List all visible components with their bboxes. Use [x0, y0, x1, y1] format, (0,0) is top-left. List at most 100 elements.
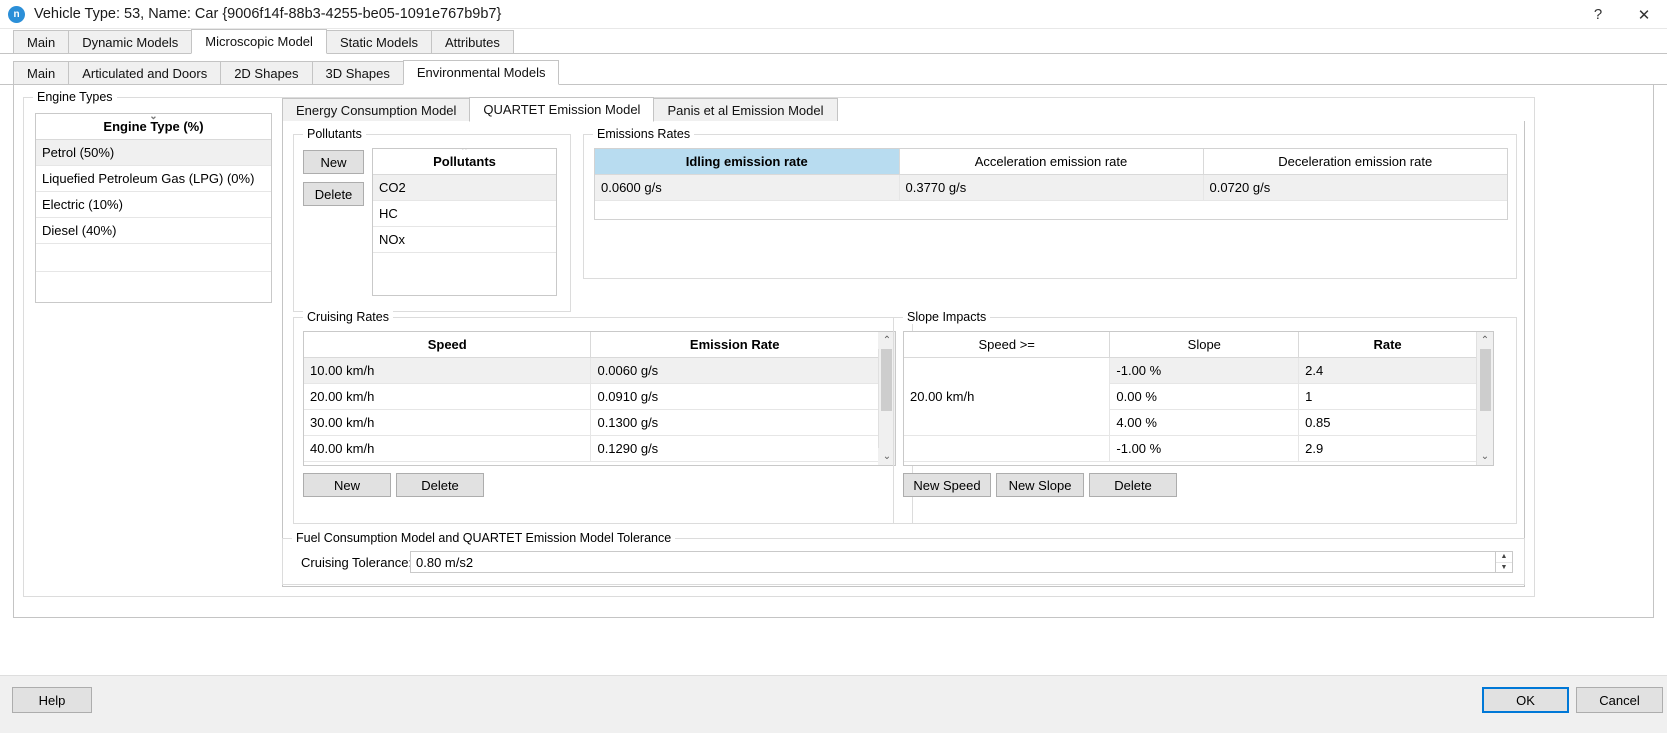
slope-speed-empty-cell [904, 435, 1111, 462]
cruising-tolerance-input[interactable]: 0.80 m/s2 [410, 551, 1496, 573]
stepper-up-icon[interactable]: ▲ [1496, 552, 1512, 563]
scrollbar-thumb[interactable] [881, 349, 893, 411]
scroll-down-icon[interactable]: ⌄ [1476, 448, 1493, 465]
cancel-button[interactable]: Cancel [1576, 687, 1663, 713]
slope-impacts-table: Speed >= Slope Rate 20.00 km/h -1.00 % 2… [904, 332, 1476, 462]
engine-types-group: Engine Types ⌄ Engine Type (%) Petrol (5… [23, 90, 1535, 597]
column-header-deceleration-emission-rate[interactable]: Deceleration emission rate [1203, 149, 1507, 175]
close-icon[interactable]: ✕ [1621, 0, 1667, 29]
table-row[interactable]: Electric (10%) [36, 191, 271, 218]
emissions-rates-group: Emissions Rates Idling emission rate Acc… [583, 127, 1517, 279]
table-row[interactable]: NOx [373, 226, 556, 253]
cruising-speed-cell: 10.00 km/h [304, 357, 592, 384]
table-row[interactable]: -1.00 % 2.9 [904, 435, 1476, 462]
stepper-down-icon[interactable]: ▼ [1496, 563, 1512, 573]
help-button[interactable]: Help [12, 687, 92, 713]
scrollbar-thumb[interactable] [1479, 349, 1491, 411]
table-row[interactable]: Diesel (40%) [36, 217, 271, 244]
engine-types-group-title: Engine Types [33, 90, 117, 104]
table-row[interactable]: 40.00 km/h 0.1290 g/s [304, 435, 878, 462]
pollutants-group-title: Pollutants [303, 127, 366, 141]
cruising-tolerance-stepper[interactable]: ▲ ▼ [1496, 551, 1513, 573]
table-row[interactable]: 20.00 km/h -1.00 % 2.4 [904, 357, 1476, 436]
engine-type-header[interactable]: ⌄ Engine Type (%) [36, 114, 271, 140]
tab-attributes[interactable]: Attributes [430, 30, 514, 53]
table-row[interactable]: 10.00 km/h 0.0060 g/s [304, 357, 878, 384]
engine-type-list[interactable]: ⌄ Engine Type (%) Petrol (50%) Liquefied… [35, 113, 272, 303]
tab-panis-emission-model[interactable]: Panis et al Emission Model [653, 98, 838, 121]
table-row[interactable]: 30.00 km/h 0.1300 g/s [304, 409, 878, 436]
engine-type-cell-empty [36, 243, 271, 272]
slope-impacts-grid[interactable]: Speed >= Slope Rate 20.00 km/h -1.00 % 2… [903, 331, 1494, 466]
table-row-empty[interactable] [36, 243, 271, 272]
cruising-speed-cell: 20.00 km/h [304, 383, 592, 410]
engine-type-cell: Liquefied Petroleum Gas (LPG) (0%) [36, 165, 271, 192]
column-header-speed[interactable]: Speed [304, 332, 592, 358]
column-header-emission-rate[interactable]: Emission Rate [590, 332, 878, 358]
table-row[interactable]: Petrol (50%) [36, 139, 271, 166]
table-row[interactable]: Liquefied Petroleum Gas (LPG) (0%) [36, 165, 271, 192]
subtab-2d-shapes[interactable]: 2D Shapes [220, 61, 313, 84]
app-icon: n [8, 5, 25, 23]
tab-main[interactable]: Main [13, 30, 70, 53]
table-row-empty[interactable] [373, 252, 556, 279]
title-bar: n Vehicle Type: 53, Name: Car {9006f14f-… [0, 0, 1667, 29]
engine-type-cell: Diesel (40%) [36, 217, 271, 244]
slope-impacts-new-slope-button[interactable]: New Slope [996, 473, 1084, 497]
subtab-3d-shapes[interactable]: 3D Shapes [311, 61, 404, 84]
slope-impacts-scrollbar[interactable]: ⌃ ⌄ [1476, 332, 1493, 465]
engine-type-cell: Electric (10%) [36, 191, 271, 218]
tab-microscopic-model[interactable]: Microscopic Model [191, 29, 327, 54]
engine-type-table: ⌄ Engine Type (%) Petrol (50%) Liquefied… [36, 114, 271, 272]
pollutants-list[interactable]: ⌃ Pollutants CO2 HC NOx [372, 148, 557, 296]
tab-static-models[interactable]: Static Models [325, 30, 432, 53]
tab-quartet-emission-model[interactable]: QUARTET Emission Model [469, 97, 655, 122]
cruising-rates-grid[interactable]: Speed Emission Rate 10.00 km/h 0.0060 g/… [303, 331, 896, 466]
cruising-rates-new-button[interactable]: New [303, 473, 391, 497]
emissions-rates-grid[interactable]: Idling emission rate Acceleration emissi… [594, 148, 1508, 220]
pollutant-cell-empty [373, 252, 556, 279]
slope-rate-cell: 2.9 [1298, 435, 1476, 462]
sort-ascending-icon: ⌃ [460, 148, 469, 157]
cruising-rates-delete-button[interactable]: Delete [396, 473, 484, 497]
table-row[interactable]: 20.00 km/h 0.0910 g/s [304, 383, 878, 410]
slope-impacts-new-speed-button[interactable]: New Speed [903, 473, 991, 497]
idling-emission-rate-value: 0.0600 g/s [595, 174, 900, 201]
subtab-environmental-models[interactable]: Environmental Models [402, 60, 560, 85]
dialog-footer: Help OK Cancel [0, 675, 1667, 733]
cruising-rate-cell: 0.1290 g/s [590, 435, 878, 462]
emission-model-tab-strip: Energy Consumption Model QUARTET Emissio… [282, 97, 1525, 122]
emissions-rates-group-title: Emissions Rates [593, 127, 695, 141]
pollutants-delete-button[interactable]: Delete [303, 182, 364, 206]
scroll-up-icon[interactable]: ⌃ [1476, 332, 1493, 349]
emissions-rates-table: Idling emission rate Acceleration emissi… [595, 149, 1507, 201]
column-header-idling-emission-rate[interactable]: Idling emission rate [595, 149, 900, 175]
table-row[interactable]: 0.0600 g/s 0.3770 g/s 0.0720 g/s [595, 174, 1507, 201]
slope-impacts-group-title: Slope Impacts [903, 310, 991, 324]
subtab-main[interactable]: Main [13, 61, 70, 84]
pollutants-header[interactable]: ⌃ Pollutants [373, 149, 556, 175]
cruising-speed-cell: 40.00 km/h [304, 435, 592, 462]
cruising-rate-cell: 0.0910 g/s [590, 383, 878, 410]
column-header-slope[interactable]: Slope [1109, 332, 1300, 358]
table-row[interactable]: HC [373, 200, 556, 227]
column-header-rate[interactable]: Rate [1298, 332, 1476, 358]
ok-button[interactable]: OK [1482, 687, 1569, 713]
help-icon[interactable]: ? [1575, 0, 1621, 29]
cruising-rate-cell: 0.1300 g/s [590, 409, 878, 436]
pollutants-group: Pollutants New Delete ⌃ Pollutants CO2 H… [293, 127, 571, 312]
tab-energy-consumption-model[interactable]: Energy Consumption Model [282, 98, 471, 121]
column-header-speed-gte[interactable]: Speed >= [904, 332, 1111, 358]
environmental-models-panel: Engine Types ⌄ Engine Type (%) Petrol (5… [13, 85, 1654, 618]
inner-tab-strip: Main Articulated and Doors 2D Shapes 3D … [0, 60, 1667, 85]
cruising-speed-cell: 30.00 km/h [304, 409, 592, 436]
tab-dynamic-models[interactable]: Dynamic Models [68, 30, 193, 53]
engine-type-cell: Petrol (50%) [36, 139, 271, 166]
column-header-acceleration-emission-rate[interactable]: Acceleration emission rate [899, 149, 1204, 175]
slope-cell: -1.00 % [1109, 435, 1300, 462]
cruising-rates-table: Speed Emission Rate 10.00 km/h 0.0060 g/… [304, 332, 878, 462]
subtab-articulated-and-doors[interactable]: Articulated and Doors [68, 61, 222, 84]
slope-impacts-delete-button[interactable]: Delete [1089, 473, 1177, 497]
pollutants-new-button[interactable]: New [303, 150, 364, 174]
table-row[interactable]: CO2 [373, 174, 556, 201]
